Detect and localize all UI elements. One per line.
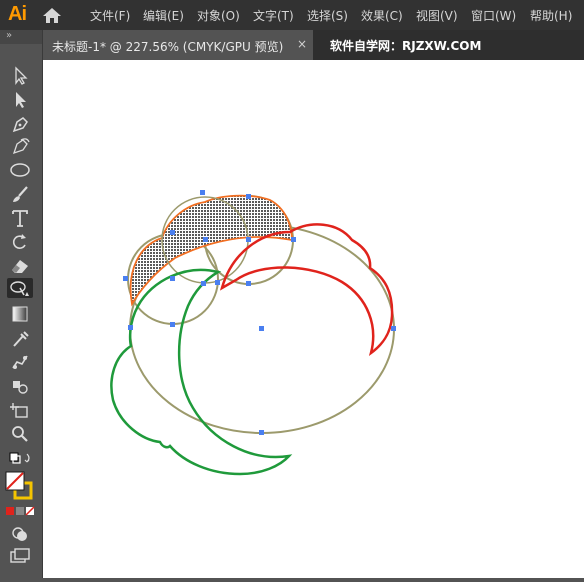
tools-panel-header[interactable]: » [0, 30, 42, 44]
menu-help[interactable]: 帮助(H) [530, 7, 572, 24]
pen-tool-icon[interactable] [7, 114, 33, 134]
menu-object[interactable]: 对象(O) [197, 7, 240, 24]
curvature-tool-icon[interactable] [7, 136, 33, 156]
gradient-tool-icon[interactable] [7, 304, 33, 324]
artwork[interactable] [43, 60, 584, 578]
eyedropper-tool-icon[interactable] [7, 328, 33, 348]
direct-selection-tool-icon[interactable] [7, 90, 33, 110]
site-watermark-label: 软件自学网：RJZXW.COM [330, 39, 482, 53]
warp-tool-icon[interactable] [7, 278, 33, 298]
menu-file[interactable]: 文件(F) [90, 7, 130, 24]
rotate-tool-icon[interactable] [7, 232, 33, 252]
home-icon[interactable] [41, 6, 63, 24]
menu-type[interactable]: 文字(T) [253, 7, 294, 24]
document-tab[interactable]: 未标题-1* @ 227.56% (CMYK/GPU 预览) × [43, 30, 313, 60]
selection-tool-icon[interactable] [7, 66, 33, 86]
menu-bar: Ai 文件(F) 编辑(E) 对象(O) 文字(T) 选择(S) 效果(C) 视… [0, 0, 584, 30]
green-cloud-path[interactable] [110, 268, 293, 476]
menu-edit[interactable]: 编辑(E) [143, 7, 184, 24]
default-fill-stroke-icon[interactable] [7, 450, 33, 470]
symbol-sprayer-tool-icon[interactable] [7, 376, 33, 396]
menu-window[interactable]: 窗口(W) [471, 7, 516, 24]
fill-stroke-swatch-icon[interactable] [4, 470, 36, 500]
artboard-tool-icon[interactable] [7, 400, 33, 420]
artboard-canvas[interactable] [43, 60, 584, 578]
hatched-selection-shape[interactable] [129, 194, 293, 307]
paintbrush-tool-icon[interactable] [7, 184, 33, 204]
menu-select[interactable]: 选择(S) [307, 7, 348, 24]
document-tab-title: 未标题-1* @ 227.56% (CMYK/GPU 预览) [52, 40, 284, 54]
tools-panel: » [0, 30, 43, 578]
close-icon[interactable]: × [297, 37, 307, 51]
blend-tool-icon[interactable] [7, 352, 33, 372]
ellipse-tool-icon[interactable] [7, 160, 33, 180]
zoom-tool-icon[interactable] [7, 424, 33, 444]
menu-view[interactable]: 视图(V) [416, 7, 458, 24]
app-logo: Ai [8, 3, 27, 25]
screen-mode-icon[interactable] [7, 546, 33, 566]
type-tool-icon[interactable] [7, 208, 33, 228]
menu-effect[interactable]: 效果(C) [361, 7, 403, 24]
eraser-tool-icon[interactable] [7, 256, 33, 276]
collapse-icon[interactable]: » [6, 30, 12, 41]
drawing-mode-icon[interactable] [7, 524, 33, 544]
color-mode-icon[interactable] [5, 506, 35, 518]
